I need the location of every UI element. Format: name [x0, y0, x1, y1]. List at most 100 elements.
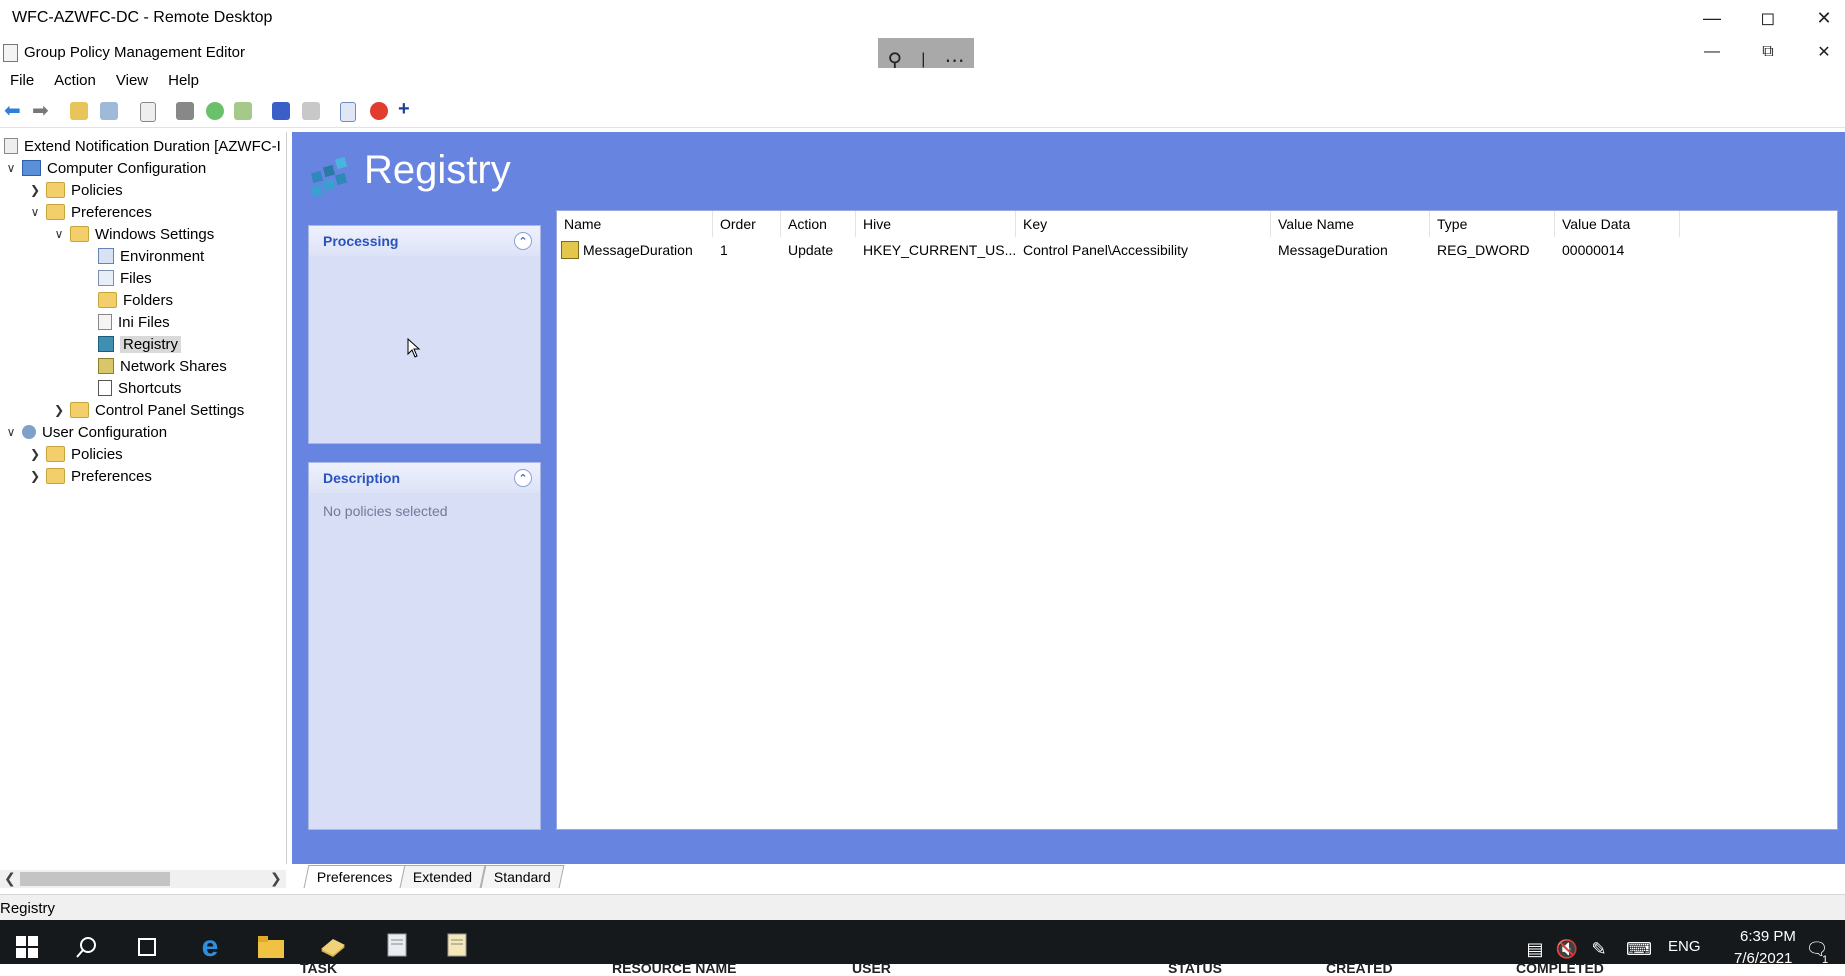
cell-action: Update — [788, 242, 834, 258]
tree-node-folders[interactable]: Folders — [98, 289, 173, 311]
tree-node-network-shares[interactable]: Network Shares — [98, 355, 227, 377]
show-hide-tree-icon[interactable] — [100, 102, 118, 120]
remote-desktop-title: WFC-AZWFC-DC - Remote Desktop — [12, 9, 273, 26]
app-restore-button[interactable]: ⧉ — [1740, 36, 1796, 68]
column-type[interactable]: Type — [1430, 211, 1555, 237]
windows-start-icon[interactable] — [12, 932, 42, 962]
column-action[interactable]: Action — [781, 211, 856, 237]
tree-node-gpo[interactable]: Extend Notification Duration [AZWFC-I — [4, 135, 281, 157]
expanded-chevron-icon[interactable]: ∨ — [52, 227, 66, 241]
tab-extended[interactable]: Extended — [400, 865, 487, 888]
column-value-name[interactable]: Value Name — [1271, 211, 1430, 237]
bg-column-user: USER — [852, 960, 891, 976]
task-view-icon[interactable] — [132, 932, 162, 962]
menu-action[interactable]: Action — [44, 68, 106, 94]
control-panel-icon — [70, 402, 89, 418]
stop-icon[interactable] — [370, 102, 388, 120]
app-minimize-button[interactable]: — — [1684, 36, 1740, 68]
column-value-data[interactable]: Value Data — [1555, 211, 1680, 237]
files-icon — [98, 270, 114, 286]
tree-node-preferences[interactable]: ∨ Preferences — [28, 201, 152, 223]
tree-node-ini-files[interactable]: Ini Files — [98, 311, 170, 333]
help-icon[interactable] — [272, 102, 290, 120]
forward-arrow-icon[interactable]: ➡ — [32, 98, 50, 122]
bg-column-status: STATUS — [1168, 960, 1222, 976]
app-close-button[interactable]: ✕ — [1796, 36, 1845, 68]
overlay-divider: | — [921, 51, 926, 68]
expanded-chevron-icon[interactable]: ∨ — [4, 425, 18, 439]
language-indicator[interactable]: ENG — [1668, 938, 1701, 955]
cell-hive: HKEY_CURRENT_US... — [863, 242, 1016, 258]
tree-node-user-policies[interactable]: ❯ Policies — [28, 443, 123, 465]
tree-node-registry[interactable]: Registry — [98, 333, 182, 355]
column-order[interactable]: Order — [713, 211, 781, 237]
collapsed-chevron-icon[interactable]: ❯ — [52, 403, 66, 417]
search-icon[interactable] — [72, 932, 102, 962]
tab-preferences[interactable]: Preferences — [303, 865, 406, 888]
menu-view[interactable]: View — [106, 68, 158, 94]
new-item-icon[interactable] — [340, 102, 356, 122]
scroll-left-icon[interactable]: ❮ — [4, 870, 16, 887]
tree-node-policies[interactable]: ❯ Policies — [28, 179, 123, 201]
tree-node-environment[interactable]: Environment — [98, 245, 204, 267]
rd-close-button[interactable]: ✕ — [1796, 0, 1845, 36]
tab-standard[interactable]: Standard — [480, 865, 564, 888]
menu-help[interactable]: Help — [158, 68, 209, 94]
server-manager-icon[interactable] — [318, 932, 348, 962]
clock-time[interactable]: 6:39 PM — [1740, 928, 1796, 945]
bg-column-task: TASK — [300, 960, 338, 976]
tree-node-windows-settings[interactable]: ∨ Windows Settings — [52, 223, 215, 245]
expanded-chevron-icon[interactable]: ∨ — [28, 205, 42, 219]
collapse-chevron-icon[interactable]: ⌃ — [514, 232, 532, 250]
cell-name: MessageDuration — [557, 239, 713, 261]
collapsed-chevron-icon[interactable]: ❯ — [28, 447, 42, 461]
back-arrow-icon[interactable]: ⬅ — [4, 98, 22, 122]
tree-node-user-preferences[interactable]: ❯ Preferences — [28, 465, 152, 487]
column-name[interactable]: Name — [557, 211, 713, 237]
folder-icon — [46, 204, 65, 220]
collapse-chevron-icon[interactable]: ⌃ — [514, 469, 532, 487]
column-hive[interactable]: Hive — [856, 211, 1016, 237]
export-list-icon[interactable] — [234, 102, 252, 120]
description-panel: Description ⌃ No policies selected — [308, 462, 541, 830]
view-tabs: Preferences Extended Standard — [292, 864, 1845, 888]
tree-horizontal-scrollbar[interactable]: ❮ ❯ — [0, 870, 286, 888]
tree-node-files[interactable]: Files — [98, 267, 152, 289]
toolbar: ⬅ ➡ + — [0, 95, 1845, 128]
group-policy-management-taskbar-icon[interactable] — [382, 922, 412, 970]
tree-node-shortcuts[interactable]: Shortcuts — [98, 377, 181, 399]
network-shares-icon — [98, 358, 114, 374]
scroll-right-icon[interactable]: ❯ — [270, 870, 282, 887]
print-icon[interactable] — [176, 102, 194, 120]
rd-maximize-button[interactable]: ◻ — [1740, 0, 1796, 36]
add-icon[interactable]: + — [398, 98, 416, 120]
description-text: No policies selected — [323, 503, 448, 519]
keyboard-icon[interactable]: ⌨ — [1624, 934, 1654, 964]
list-header: Name Order Action Hive Key Value Name Ty… — [557, 211, 1837, 237]
collapsed-chevron-icon[interactable]: ❯ — [28, 469, 42, 483]
clipboard-icon[interactable] — [140, 102, 156, 122]
internet-explorer-icon[interactable]: e — [195, 930, 225, 963]
file-explorer-icon[interactable] — [256, 932, 286, 962]
refresh-icon[interactable] — [206, 102, 224, 120]
folder-icon — [70, 226, 89, 242]
column-key[interactable]: Key — [1016, 211, 1271, 237]
rd-minimize-button[interactable]: — — [1684, 0, 1740, 36]
table-row[interactable]: MessageDuration 1 Update HKEY_CURRENT_US… — [557, 239, 1837, 261]
tree-node-computer-configuration[interactable]: ∨ Computer Configuration — [4, 157, 207, 179]
background-window-strip: TASK RESOURCE NAME USER STATUS CREATED C… — [0, 960, 1845, 976]
properties-icon[interactable] — [302, 102, 320, 120]
collapsed-chevron-icon[interactable]: ❯ — [28, 183, 42, 197]
registry-pane: Registry Processing ⌃ Description ⌃ No p… — [292, 132, 1845, 864]
up-folder-icon[interactable] — [70, 102, 88, 120]
menu-file[interactable]: File — [0, 68, 44, 94]
tree-node-control-panel-settings[interactable]: ❯ Control Panel Settings — [52, 399, 244, 421]
tree-node-user-configuration[interactable]: ∨ User Configuration — [4, 421, 167, 443]
bg-column-completed: COMPLETED — [1516, 960, 1604, 976]
folder-icon — [46, 468, 65, 484]
expanded-chevron-icon[interactable]: ∨ — [4, 161, 18, 175]
shortcuts-icon — [98, 380, 112, 396]
gpme-taskbar-icon[interactable] — [442, 922, 472, 970]
status-bar: Registry — [0, 894, 1845, 921]
scrollbar-thumb[interactable] — [20, 872, 170, 886]
